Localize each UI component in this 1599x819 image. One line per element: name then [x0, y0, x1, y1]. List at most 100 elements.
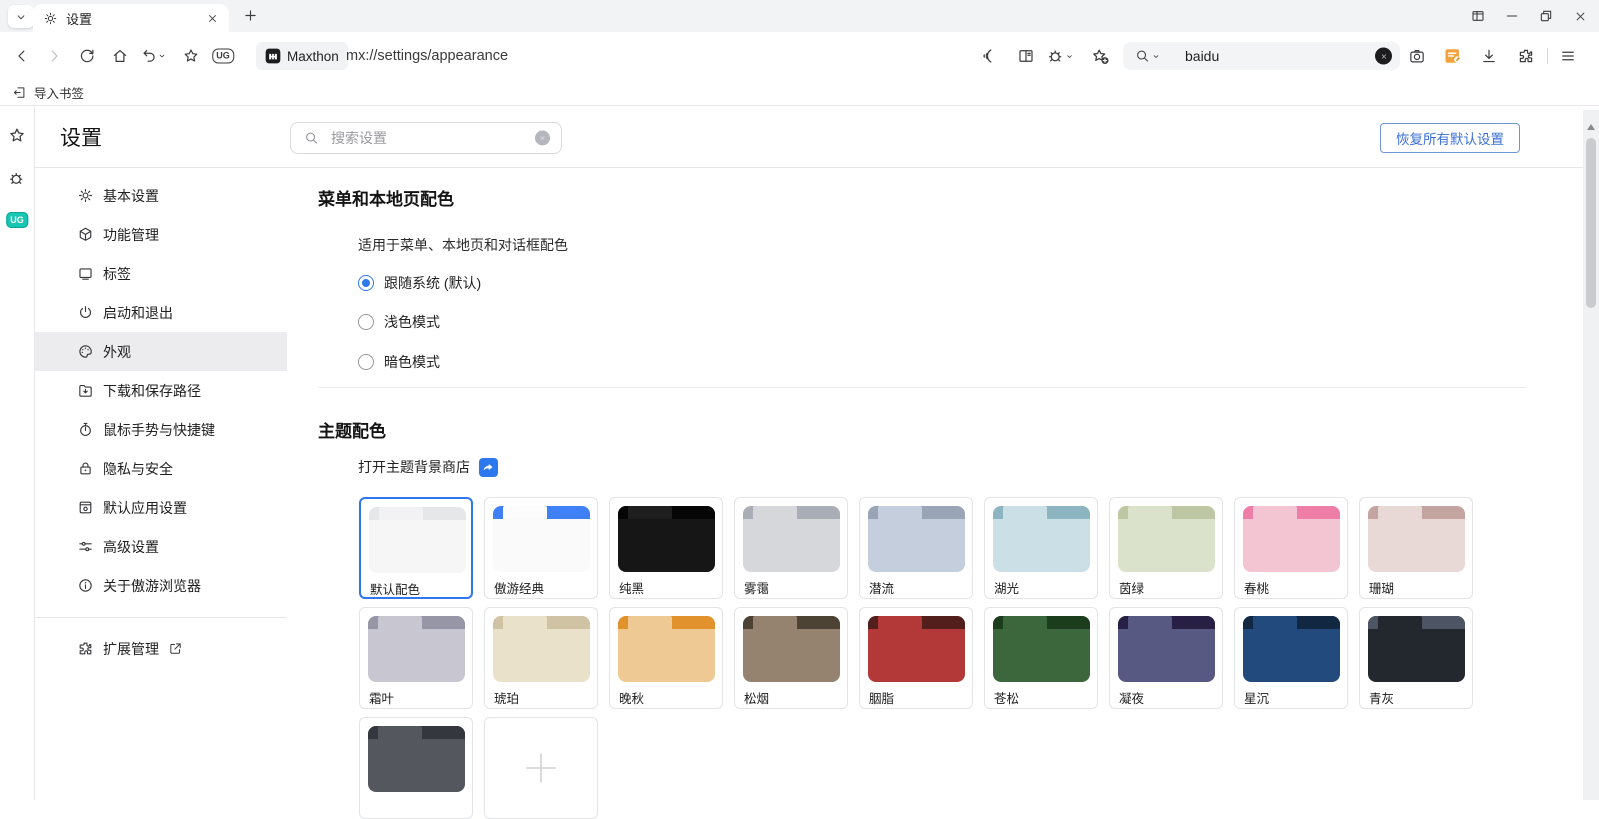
downloads-button[interactable]	[1480, 47, 1498, 65]
theme-swatch	[1368, 506, 1465, 572]
home-button[interactable]	[111, 47, 129, 65]
theme-card-14[interactable]: 苍松	[984, 607, 1098, 709]
color-mode-option-0[interactable]: 跟随系统 (默认)	[358, 272, 481, 294]
info-icon	[77, 577, 94, 594]
downloadFolder-icon	[77, 382, 94, 399]
sidebar-item-5[interactable]: 下载和保存路径	[35, 371, 287, 410]
sidebar-item-extensions[interactable]: 扩展管理	[35, 629, 287, 668]
address-url[interactable]: mx://settings/appearance	[346, 48, 508, 64]
reload-button[interactable]	[78, 47, 96, 65]
theme-card-0[interactable]: 默认配色	[359, 497, 473, 599]
forward-button[interactable]	[45, 47, 63, 65]
book-icon	[1017, 47, 1035, 65]
chevron-down-icon	[14, 10, 28, 24]
theme-card-1[interactable]: 傲游经典	[484, 497, 598, 599]
settings-sidebar: 设置 基本设置功能管理标签启动和退出外观下载和保存路径鼠标手势与快捷键隐私与安全…	[35, 106, 287, 800]
tab-list-button[interactable]	[8, 5, 34, 28]
theme-card-9[interactable]: 霜叶	[359, 607, 473, 709]
settings-search-input[interactable]: 搜索设置	[290, 122, 562, 154]
theme-swatch	[1118, 506, 1215, 572]
rail-ug-button[interactable]: UG	[6, 210, 28, 228]
radio-button[interactable]	[358, 275, 374, 291]
undo-button[interactable]	[140, 47, 166, 65]
tab-close-icon[interactable]	[206, 12, 219, 25]
tab-settings[interactable]: 设置	[33, 4, 229, 32]
open-store-icon[interactable]	[479, 458, 498, 477]
screenshot-button[interactable]	[1408, 47, 1426, 65]
radio-button[interactable]	[358, 314, 374, 330]
layout-icon	[1470, 8, 1486, 24]
undo-icon	[140, 47, 158, 65]
theme-card-18[interactable]	[359, 717, 473, 819]
new-tab-button[interactable]	[242, 7, 259, 24]
ug-toolbar-button[interactable]: UG	[212, 49, 234, 64]
theme-store-link[interactable]: 打开主题背景商店	[358, 457, 498, 477]
sidebar-item-1[interactable]: 功能管理	[35, 215, 287, 254]
import-bookmarks-button[interactable]: 导入书签	[12, 80, 84, 105]
color-mode-option-1[interactable]: 浅色模式	[358, 311, 440, 333]
minimize-button[interactable]	[1495, 0, 1529, 32]
theme-card-add[interactable]	[484, 717, 598, 819]
main-area: UG 设置 基本设置功能管理标签启动和退出外观下载和保存路径鼠标手势与快捷键隐私…	[0, 106, 1599, 800]
plus-icon	[242, 7, 259, 24]
settings-content: 搜索设置 恢复所有默认设置 菜单和本地页配色 适用于菜单、本地页和对话框配色 跟…	[287, 106, 1583, 800]
color-mode-option-2[interactable]: 暗色模式	[358, 351, 440, 373]
sidebar-item-label: 扩展管理	[103, 639, 159, 659]
theme-card-13[interactable]: 胭脂	[859, 607, 973, 709]
theme-card-5[interactable]: 湖光	[984, 497, 1098, 599]
extensions-button[interactable]	[1517, 47, 1535, 65]
theme-card-10[interactable]: 琥珀	[484, 607, 598, 709]
sidebar-item-7[interactable]: 隐私与安全	[35, 449, 287, 488]
theme-card-3[interactable]: 雾霭	[734, 497, 848, 599]
menu-button[interactable]	[1559, 47, 1577, 65]
theme-card-8[interactable]: 珊瑚	[1359, 497, 1473, 599]
reset-defaults-button[interactable]: 恢复所有默认设置	[1380, 123, 1520, 153]
radio-label: 跟随系统 (默认)	[384, 273, 481, 293]
import-label: 导入书签	[34, 83, 84, 102]
sidebar-item-label: 基本设置	[103, 186, 159, 206]
theme-card-15[interactable]: 凝夜	[1109, 607, 1223, 709]
theme-card-17[interactable]: 青灰	[1359, 607, 1473, 709]
sidebar-item-2[interactable]: 标签	[35, 254, 287, 293]
scrollbar-up-arrow[interactable]	[1587, 124, 1595, 130]
rail-bug-button[interactable]	[8, 169, 27, 188]
theme-card-7[interactable]: 春桃	[1234, 497, 1348, 599]
sidebar-item-10[interactable]: 关于傲游浏览器	[35, 566, 287, 605]
read-aloud-button[interactable]	[981, 47, 1000, 66]
radio-label: 浅色模式	[384, 312, 440, 332]
theme-card-6[interactable]: 茵绿	[1109, 497, 1223, 599]
settings-search-clear-button[interactable]	[535, 131, 550, 146]
lock-icon	[77, 460, 94, 477]
favorite-button[interactable]	[182, 47, 200, 65]
bug-report-button[interactable]	[1047, 47, 1074, 66]
sidebar-item-0[interactable]: 基本设置	[35, 176, 287, 215]
close-button[interactable]	[1563, 0, 1597, 32]
theme-name: 松烟	[744, 688, 769, 707]
site-identity-chip[interactable]: Maxthon	[256, 42, 348, 70]
maxnote-button[interactable]	[1444, 47, 1463, 66]
radio-button[interactable]	[358, 354, 374, 370]
quick-search-box[interactable]: baidu	[1123, 42, 1400, 70]
reading-mode-button[interactable]	[1017, 47, 1035, 65]
sidebar-item-9[interactable]: 高级设置	[35, 527, 287, 566]
sidebar-item-3[interactable]: 启动和退出	[35, 293, 287, 332]
restore-icon	[1538, 8, 1554, 24]
add-favorite-button[interactable]	[1091, 47, 1110, 66]
sidebar-item-6[interactable]: 鼠标手势与快捷键	[35, 410, 287, 449]
layout-toggle-button[interactable]	[1461, 0, 1495, 32]
back-button[interactable]	[13, 47, 31, 65]
theme-card-2[interactable]: 纯黑	[609, 497, 723, 599]
restore-button[interactable]	[1529, 0, 1563, 32]
scrollbar-thumb[interactable]	[1586, 138, 1596, 308]
vertical-scrollbar[interactable]	[1583, 110, 1599, 800]
theme-card-12[interactable]: 松烟	[734, 607, 848, 709]
home-icon	[111, 47, 129, 65]
theme-card-11[interactable]: 晚秋	[609, 607, 723, 709]
rail-favorites-button[interactable]	[8, 126, 27, 145]
external-link-icon	[168, 641, 183, 656]
search-clear-button[interactable]	[1375, 48, 1392, 65]
sidebar-item-8[interactable]: 默认应用设置	[35, 488, 287, 527]
theme-card-4[interactable]: 潜流	[859, 497, 973, 599]
theme-card-16[interactable]: 星沉	[1234, 607, 1348, 709]
sidebar-item-4[interactable]: 外观	[35, 332, 287, 371]
